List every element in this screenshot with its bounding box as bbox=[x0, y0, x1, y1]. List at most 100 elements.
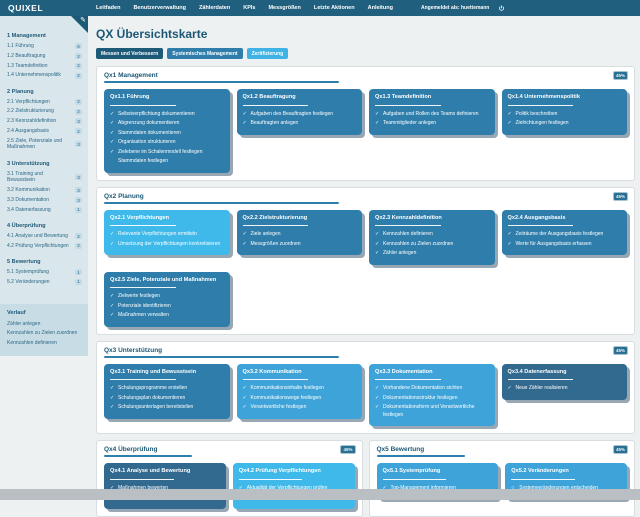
task-link-neue-z-hler-realisieren[interactable]: ✓Neue Zähler realisieren bbox=[508, 384, 622, 394]
sidebar-item-2-3-kennzahldefinition[interactable]: 2.3 Kennzahldefinition3 bbox=[7, 117, 82, 127]
nav-item-leitfaden[interactable]: Leitfaden bbox=[96, 5, 120, 11]
task-link-schulungsplan-dokumentieren[interactable]: ✓Schulungsplan dokumentieren bbox=[110, 394, 224, 404]
power-icon[interactable] bbox=[498, 5, 505, 12]
card-qx1-4-unternehmenspolitik[interactable]: Qx1.4 Unternehmenspolitik ✓Politik beschr… bbox=[502, 89, 628, 135]
task-label: Stammdaten festlegen bbox=[118, 158, 168, 166]
card-qx1-2-beauftragung[interactable]: Qx1.2 Beauftragung✓Aufgaben des Beauftra… bbox=[237, 89, 363, 135]
card-qx2-2-zielstrukturierung[interactable]: Qx2.2 Zielstrukturierung✓Ziele anlegen✓M… bbox=[237, 210, 363, 256]
card-qx4-2-pr-fung-verpflichtungen[interactable]: Qx4.2 Prüfung Verpflichtungen✓Aktualität… bbox=[233, 463, 355, 509]
card-title-rule bbox=[243, 105, 309, 106]
task-link-zielwerte-festlegen[interactable]: ✓Zielwerte festlegen bbox=[110, 292, 224, 302]
task-link-selbstverpflichtung-dokumentieren[interactable]: ✓Selbstverpflichtung dokumentieren bbox=[110, 110, 224, 120]
card-qx1-3-teamdefinition[interactable]: Qx1.3 Teamdefinition✓Aufgaben und Rollen… bbox=[369, 89, 495, 135]
card-qx2-3-kennzahldefinition[interactable]: Qx2.3 Kennzahldefinition✓Kennzahlen defi… bbox=[369, 210, 495, 265]
task-link-werte-f-r-ausgangsbasis-erfassen[interactable]: ✓Werte für Ausgangsbasis erfassen bbox=[508, 240, 622, 250]
sidebar-item-4-1-analyse-und-bewertung[interactable]: 4.1 Analyse und Bewertung2 bbox=[7, 231, 82, 241]
nav-item-benutzerverwaltung[interactable]: Benutzerverwaltung bbox=[133, 5, 186, 11]
pencil-icon[interactable]: ✎ bbox=[80, 16, 86, 24]
check-icon: ✓ bbox=[110, 149, 115, 157]
task-link-zielrichtungen-festlegen[interactable]: ✓Zielrichtungen festlegen bbox=[508, 119, 622, 129]
card-qx3-1-training-und-bewusstsein[interactable]: Qx3.1 Training und Bewusstsein✓Schulungs… bbox=[104, 364, 230, 419]
filter-button-messen-und-verbessern[interactable]: Messen und Verbessern bbox=[96, 48, 163, 59]
history-link-kennzahlen-zu-zielen-zuordnen[interactable]: Kennzahlen zu Zielen zuordnen bbox=[7, 328, 82, 338]
task-link-politik-beschreiben[interactable]: ✓Politik beschreiben bbox=[508, 110, 622, 120]
sidebar-item-label: 1.3 Teamdefinition bbox=[7, 63, 48, 70]
card-qx3-3-dokumentation[interactable]: Qx3.3 Dokumentation✓Vorhandene Dokumenta… bbox=[369, 364, 495, 427]
task-link-teammitglieder-anlegen[interactable]: ✓Teammitglieder anlegen bbox=[375, 119, 489, 129]
history-link-kennzahlen-definieren[interactable]: Kennzahlen definieren bbox=[7, 338, 82, 348]
task-link-stammdaten-dokumentieren[interactable]: ✓Stammdaten dokumentieren bbox=[110, 129, 224, 139]
sidebar-item-1-2-beauftragung[interactable]: 1.2 Beauftragung2 bbox=[7, 51, 82, 61]
task-link-kennzahlen-zu-zielen-zuordnen[interactable]: ✓Kennzahlen zu Zielen zuordnen bbox=[375, 240, 489, 250]
task-label: Abgrenzung dokumentieren bbox=[118, 120, 179, 128]
sidebar-item-2-4-ausgangsbasis[interactable]: 2.4 Ausgangsbasis2 bbox=[7, 126, 82, 136]
task-link-schulungsprogramme-erstellen[interactable]: ✓Schulungsprogramme erstellen bbox=[110, 384, 224, 394]
task-link-potenziale-identifizieren[interactable]: ✓Potenziale identifizieren bbox=[110, 302, 224, 312]
task-link-umsetzung-der-verpflichtungen-konkretisieren[interactable]: ✓Umsetzung der Verpflichtungen konkretis… bbox=[110, 240, 224, 250]
check-icon: ✓ bbox=[110, 293, 115, 301]
task-label: Zielwerte festlegen bbox=[118, 293, 160, 301]
card-title-rule bbox=[110, 225, 176, 226]
sidebar-item-4-2-pr-fung-verpflichtungen[interactable]: 4.2 Prüfung Verpflichtungen2 bbox=[7, 241, 82, 251]
sidebar-item-label: 4.1 Analyse und Bewertung bbox=[7, 233, 68, 240]
sidebar-item-5-2-ver-nderungen[interactable]: 5.2 Veränderungen1 bbox=[7, 277, 82, 287]
section-title: Qx1 Management bbox=[104, 72, 627, 79]
task-link-aufgaben-des-beauftragten-festlegen[interactable]: ✓Aufgaben des Beauftragten festlegen bbox=[243, 110, 357, 120]
check-icon: ✓ bbox=[110, 395, 115, 403]
card-qx3-2-kommunikation[interactable]: Qx3.2 Kommunikation✓Kommunikationsinhalt… bbox=[237, 364, 363, 419]
sidebar-item-3-1-training-und-bewusstsein[interactable]: 3.1 Training und Bewusstsein3 bbox=[7, 169, 82, 186]
task-link-vorhandene-dokumentation-sichten[interactable]: ✓Vorhandene Dokumentation sichten bbox=[375, 384, 489, 394]
history-panel: Verlauf Zähler anlegenKennzahlen zu Ziel… bbox=[0, 304, 88, 356]
section-qx2-planung: Qx2 Planung45%Qx2.1 Verpflichtungen✓Rele… bbox=[96, 187, 635, 335]
task-link-dokumentationsstruktur-festlegen[interactable]: ✓Dokumentationsstruktur festlegen bbox=[375, 394, 489, 404]
sidebar-item-2-2-zielstrukturierung[interactable]: 2.2 Zielstrukturierung2 bbox=[7, 107, 82, 117]
task-link-kommunikationsinhalte-festlegen[interactable]: ✓Kommunikationsinhalte festlegen bbox=[243, 384, 357, 394]
card-qx2-5-ziele-potenziale-und-ma-nahmen[interactable]: Qx2.5 Ziele, Potenziale und Maßnahmen✓Zi… bbox=[104, 272, 230, 327]
task-label: Kennzahlen definieren bbox=[383, 231, 433, 239]
task-link-aufgaben-und-rollen-des-teams-definieren[interactable]: ✓Aufgaben und Rollen des Teams definiere… bbox=[375, 110, 489, 120]
task-link-kennzahlen-definieren[interactable]: ✓Kennzahlen definieren bbox=[375, 230, 489, 240]
card-qx1-1-f-hrung[interactable]: Qx1.1 Führung✓Selbstverpflichtung dokume… bbox=[104, 89, 230, 173]
sidebar-group-5-bewertung: 5 Bewertung5.1 Systemprüfung15.2 Verände… bbox=[7, 259, 82, 287]
nav-item-messgr-en[interactable]: Messgrößen bbox=[268, 5, 300, 11]
nav-item-anleitung[interactable]: Anleitung bbox=[368, 5, 393, 11]
sidebar-item-3-3-dokumentation[interactable]: 3.3 Dokumentation3 bbox=[7, 195, 82, 205]
sidebar-item-3-2-kommunikation[interactable]: 3.2 Kommunikation3 bbox=[7, 186, 82, 196]
sidebar-item-2-1-verpflichtungen[interactable]: 2.1 Verpflichtungen2 bbox=[7, 97, 82, 107]
card-qx2-1-verpflichtungen[interactable]: Qx2.1 Verpflichtungen✓Relevante Verpflic… bbox=[104, 210, 230, 256]
sidebar-item-1-3-teamdefinition[interactable]: 1.3 Teamdefinition2 bbox=[7, 61, 82, 71]
sidebar-item-5-1-systempr-fung[interactable]: 5.1 Systemprüfung1 bbox=[7, 267, 82, 277]
task-link-ma-nahmen-verwalten[interactable]: ✓Maßnahmen verwalten bbox=[110, 311, 224, 321]
filter-button-zertifizierung[interactable]: Zertifizierung bbox=[247, 48, 289, 59]
task-link-zielebene-im-schalenmodell-festlegen[interactable]: ✓Zielebene im Schalenmodell festlegen bbox=[110, 148, 224, 158]
task-link-ziele-anlegen[interactable]: ✓Ziele anlegen bbox=[243, 230, 357, 240]
history-links: Zähler anlegenKennzahlen zu Zielen zuord… bbox=[7, 319, 82, 348]
filter-button-systemisches-management[interactable]: Systemisches Management bbox=[167, 48, 242, 59]
nav-item-z-hlerdaten[interactable]: Zählerdaten bbox=[199, 5, 230, 11]
task-label: Schulungsprogramme erstellen bbox=[118, 385, 187, 393]
task-link-organisation-strukturieren[interactable]: ✓Organisation strukturieren bbox=[110, 138, 224, 148]
card-qx4-1-analyse-und-bewertung[interactable]: Qx4.1 Analyse und Bewertung✓Maßnahmen be… bbox=[104, 463, 226, 509]
task-link-beauftragten-anlegen[interactable]: ✓Beauftragten anlegen bbox=[243, 119, 357, 129]
history-link-z-hler-anlegen[interactable]: Zähler anlegen bbox=[7, 319, 82, 329]
task-link-z-hler-anlegen[interactable]: ✓Zähler anlegen bbox=[375, 249, 489, 259]
nav-item-letzte-aktionen[interactable]: Letzte Aktionen bbox=[314, 5, 355, 11]
task-link-zeitr-ume-der-ausgangsbasis-festlegen[interactable]: ✓Zeiträume der Ausgangsbasis festlegen bbox=[508, 230, 622, 240]
task-link-kommunikationswege-festlegen[interactable]: ✓Kommunikationswege festlegen bbox=[243, 394, 357, 404]
task-link-verantwortliche-festlegen[interactable]: ✓Verantwortliche festlegen bbox=[243, 403, 357, 413]
sidebar-item-1-1-f-hrung[interactable]: 1.1 Führung6 bbox=[7, 42, 82, 52]
task-link-abgrenzung-dokumentieren[interactable]: ✓Abgrenzung dokumentieren bbox=[110, 119, 224, 129]
sidebar-item-2-5-ziele-potenziale-und-ma-nahmen[interactable]: 2.5 Ziele, Potenziale und Maßnahmen3 bbox=[7, 136, 82, 153]
task-link-schulungsunterlagen-bereitstellen[interactable]: ✓Schulungsunterlagen bereitstellen bbox=[110, 403, 224, 413]
task-link-stammdaten-festlegen[interactable]: Stammdaten festlegen bbox=[110, 157, 224, 167]
card-title: Qx1.4 Unternehmenspolitik bbox=[508, 93, 622, 102]
sidebar-item-1-4-unternehmenspolitik[interactable]: 1.4 Unternehmenspolitik2 bbox=[7, 71, 82, 81]
card-qx3-4-datenerfassung[interactable]: Qx3.4 Datenerfassung✓Neue Zähler realisi… bbox=[502, 364, 628, 400]
card-qx2-4-ausgangsbasis[interactable]: Qx2.4 Ausgangsbasis✓Zeiträume der Ausgan… bbox=[502, 210, 628, 256]
sidebar-item-3-4-datenerfassung[interactable]: 3.4 Datenerfassung1 bbox=[7, 205, 82, 215]
task-link-messgr-en-zuordnen[interactable]: ✓Messgrößen zuordnen bbox=[243, 240, 357, 250]
task-link-relevante-verpflichtungen-ermitteln[interactable]: ✓Relevante Verpflichtungen ermitteln bbox=[110, 230, 224, 240]
nav-item-kpis[interactable]: KPIs bbox=[243, 5, 255, 11]
check-icon: ✓ bbox=[243, 111, 248, 119]
task-link-dokumentationsform-und-verantwortliche-festlegen[interactable]: ✓Dokumentationsform und Verantwortliche … bbox=[375, 403, 489, 420]
